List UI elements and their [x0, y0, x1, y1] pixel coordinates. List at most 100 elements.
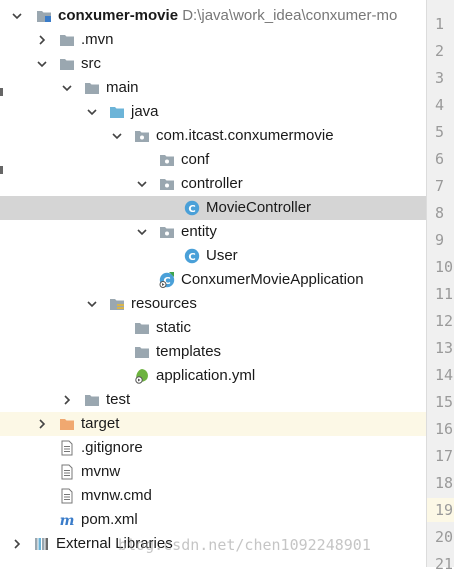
- tree-item-extlib[interactable]: External Libraries: [0, 532, 426, 556]
- tree-item-test[interactable]: test: [0, 388, 426, 412]
- tree-item-label: test: [106, 391, 131, 408]
- tree-item-main[interactable]: main: [0, 76, 426, 100]
- line-number: 17: [435, 447, 454, 465]
- line-number: 10: [435, 258, 454, 276]
- tree-item-gitignore[interactable]: .gitignore: [0, 436, 426, 460]
- tree-item-appyml[interactable]: application.yml: [0, 364, 426, 388]
- package-icon: [134, 128, 150, 144]
- tree-item-controller[interactable]: controller: [0, 172, 426, 196]
- chevron-down-icon[interactable]: [35, 52, 49, 76]
- module-folder-icon: [36, 8, 52, 24]
- folder-icon: [84, 392, 100, 408]
- tree-item-label: main: [106, 79, 139, 96]
- tree-item-label: mvnw.cmd: [81, 487, 152, 504]
- chevron-right-icon[interactable]: [60, 388, 74, 412]
- tree-item-label: templates: [156, 343, 222, 360]
- line-number: 15: [435, 393, 454, 411]
- tree-item-label: .gitignore: [81, 439, 143, 456]
- project-name: conxumer-movie: [58, 7, 179, 24]
- tree-item-static[interactable]: static: [0, 316, 426, 340]
- tree-item-label: com.itcast.conxumermovie: [156, 127, 334, 144]
- chevron-down-icon[interactable]: [85, 100, 99, 124]
- folder-icon: [84, 80, 100, 96]
- tree-item-label: pom.xml: [81, 511, 138, 528]
- chevron-down-icon[interactable]: [85, 292, 99, 316]
- line-number: 5: [435, 123, 445, 141]
- line-number: 11: [435, 285, 454, 303]
- project-path: D:\java\work_idea\conxumer-mo: [182, 7, 398, 24]
- tree-item-user[interactable]: C User: [0, 244, 426, 268]
- tree-root[interactable]: conxumer-movie D:\java\work_idea\conxume…: [0, 4, 426, 28]
- tree-item-label: application.yml: [156, 367, 256, 384]
- tree-item-label: static: [156, 319, 192, 336]
- root-label: conxumer-movie D:\java\work_idea\conxume…: [58, 4, 397, 28]
- chevron-right-icon[interactable]: [10, 532, 24, 556]
- line-number: 16: [435, 420, 454, 438]
- svg-text:m: m: [60, 513, 75, 528]
- tree-item-target[interactable]: target: [0, 412, 426, 436]
- class-icon: C: [184, 248, 200, 264]
- text-file-icon: [59, 464, 75, 480]
- line-number: 4: [435, 96, 445, 114]
- tree-item-app[interactable]: C ConxumerMovieApplication: [0, 268, 426, 292]
- line-number: 12: [435, 312, 454, 330]
- resources-folder-icon: [109, 296, 125, 312]
- chevron-down-icon[interactable]: [60, 76, 74, 100]
- folder-icon: [134, 344, 150, 360]
- project-tree: conxumer-movie D:\java\work_idea\conxume…: [0, 4, 426, 556]
- tree-item-pom[interactable]: m pom.xml: [0, 508, 426, 532]
- libraries-icon: [34, 536, 50, 552]
- package-icon: [159, 152, 175, 168]
- class-icon: C: [184, 200, 200, 216]
- tree-item-label: src: [81, 55, 101, 72]
- tree-item-resources[interactable]: resources: [0, 292, 426, 316]
- text-file-icon: [59, 488, 75, 504]
- tree-item-label: External Libraries: [56, 535, 173, 552]
- tree-item-conf[interactable]: conf: [0, 148, 426, 172]
- line-number: 18: [435, 474, 454, 492]
- package-icon: [159, 176, 175, 192]
- tree-item-mvn[interactable]: .mvn: [0, 28, 426, 52]
- line-number: 3: [435, 69, 445, 87]
- line-number: 9: [435, 231, 445, 249]
- excluded-folder-icon: [59, 416, 75, 432]
- chevron-down-icon[interactable]: [10, 4, 24, 28]
- tree-item-moviecontroller[interactable]: C MovieController: [0, 196, 426, 220]
- line-number: 8: [435, 204, 445, 222]
- chevron-right-icon[interactable]: [35, 412, 49, 436]
- tree-item-label: MovieController: [206, 199, 312, 216]
- tree-item-label: entity: [181, 223, 217, 240]
- folder-icon: [59, 32, 75, 48]
- tree-item-pkg[interactable]: com.itcast.conxumermovie: [0, 124, 426, 148]
- tree-item-java[interactable]: java: [0, 100, 426, 124]
- line-number: 21: [435, 555, 454, 573]
- svg-text:C: C: [188, 204, 195, 215]
- maven-icon: m: [59, 512, 75, 528]
- tree-item-src[interactable]: src: [0, 52, 426, 76]
- line-number: 14: [435, 366, 454, 384]
- spring-config-icon: [134, 368, 150, 384]
- svg-text:C: C: [188, 252, 195, 263]
- tree-item-entity[interactable]: entity: [0, 220, 426, 244]
- editor-gutter: 1 2 3 4 5 6 7 8 9 10 11 12 13 14 15 16 17 18 19 20 21: [426, 0, 454, 573]
- folder-icon: [134, 320, 150, 336]
- tree-item-mvnw[interactable]: mvnw: [0, 460, 426, 484]
- tree-item-label: java: [131, 103, 159, 120]
- tree-item-label: mvnw: [81, 463, 121, 480]
- chevron-right-icon[interactable]: [35, 28, 49, 52]
- spring-class-icon: C: [159, 272, 175, 288]
- line-number: 2: [435, 42, 445, 60]
- line-number: 7: [435, 177, 445, 195]
- source-folder-icon: [109, 104, 125, 120]
- tree-item-mvnwcmd[interactable]: mvnw.cmd: [0, 484, 426, 508]
- tree-item-label: User: [206, 247, 238, 264]
- line-number: 13: [435, 339, 454, 357]
- chevron-down-icon[interactable]: [110, 124, 124, 148]
- tree-item-label: resources: [131, 295, 197, 312]
- chevron-down-icon[interactable]: [135, 172, 149, 196]
- line-number: 20: [435, 528, 454, 546]
- tree-item-label: controller: [181, 175, 243, 192]
- tree-item-templates[interactable]: templates: [0, 340, 426, 364]
- chevron-down-icon[interactable]: [135, 220, 149, 244]
- tree-item-label: .mvn: [81, 31, 114, 48]
